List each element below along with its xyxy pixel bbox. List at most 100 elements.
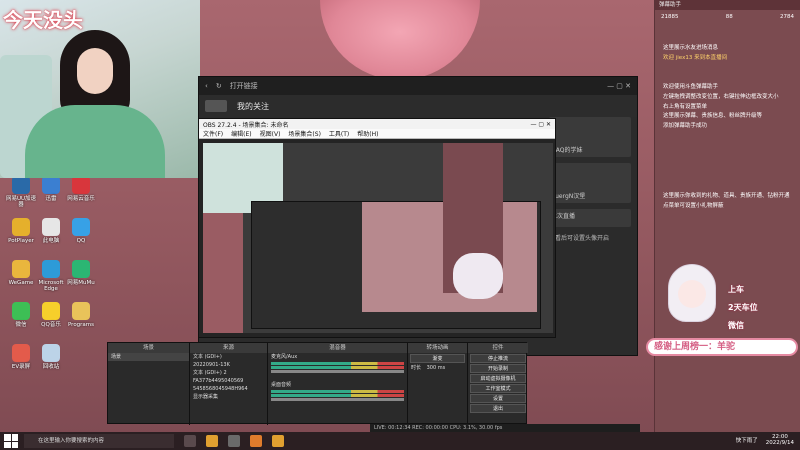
desktop-app-icon [12,260,30,278]
chat-line: 左键拖拽调整改变位置，右键拉伸边框改变大小 [663,94,779,101]
source-item[interactable]: FA377b4495040569 [190,377,267,385]
danmaku-chat-panel[interactable]: 弹幕助手 21885 88 2784 这里展示水友进场消息 欢迎 jiex13 … [654,0,800,432]
source-item[interactable]: 5458568045948H964 [190,385,267,393]
app-icon-7[interactable]: WeGame [4,260,38,286]
task-view-icon[interactable] [184,435,196,447]
menu-help[interactable]: 帮助(H) [357,129,378,138]
sources-header: 来源 [190,343,267,353]
desktop-app-icon [72,176,90,194]
menu-view[interactable]: 视图(V) [260,129,281,138]
app-icon-13[interactable]: EV录屏 [4,344,38,370]
desktop-icon-label: 网易云音乐 [67,196,95,202]
page-title: 我的关注 [237,101,269,111]
app-icon-5[interactable]: 此电脑 [34,218,68,244]
taskbar-app-icon[interactable] [250,435,262,447]
desktop-app-icon [12,218,30,236]
app-icon-2[interactable]: 迅雷 [34,176,68,202]
chat-header: 弹幕助手 [655,0,800,10]
start-recording-button[interactable]: 开始录制 [470,364,526,373]
app-icon-3[interactable]: 网易云音乐 [64,176,98,202]
chat-line: 这里展示你收到的礼物、道具、贵族开通、钻粉开通 [663,192,790,199]
taskbar-search-input[interactable]: 在这里输入你要搜索的内容 [24,434,174,448]
menu-file[interactable]: 文件(F) [203,129,223,138]
volume-meter [271,366,404,369]
scenes-header: 场景 [108,343,189,353]
webcam-title: 今天没头 [3,8,83,32]
pink-hair-decoration [320,0,480,80]
source-item[interactable]: 显示器采集 [190,393,267,401]
desktop-app-icon [72,260,90,278]
weather-text[interactable]: 快下雨了 [736,436,758,444]
desktop-app-icon [72,302,90,320]
volume-slider[interactable] [271,370,404,373]
scene-item[interactable]: 场景 [108,353,189,361]
fan-count: 88 [725,14,733,20]
obs-preview[interactable] [203,143,553,333]
app-icon-14[interactable]: 回收站 [34,344,68,370]
desktop-icon-label: 迅雷 [45,196,57,202]
obs-window[interactable]: OBS 27.2.4 - 场景集合: 未命名 — ▢ ✕ 文件(F) 编辑(E)… [198,118,556,338]
clock-date: 2022/9/14 [765,440,794,447]
stop-stream-button[interactable]: 停止推流 [470,354,526,363]
sources-dock: 来源 文本 (GDI+) 20220901-13K 文本 (GDI+) 2 FA… [190,343,268,425]
obs-menu-bar: 文件(F) 编辑(E) 视图(V) 场景集合(S) 工具(T) 帮助(H) [199,129,555,139]
clock[interactable]: 22:00 2022/9/14 [766,434,794,446]
source-item[interactable]: 文本 (GDI+) 2 [190,369,267,377]
app-icon-10[interactable]: 微信 [4,302,38,328]
source-item[interactable]: 文本 (GDI+) [190,353,267,361]
desktop-app-icon [42,260,60,278]
taskbar-app-icon[interactable] [206,435,218,447]
settings-button[interactable]: 设置 [470,394,526,403]
scenes-dock: 场景 场景 [108,343,190,425]
duration-input[interactable]: 300 ms [427,365,446,371]
duration-label: 时长 [411,365,422,371]
exit-button[interactable]: 退出 [470,404,526,413]
desktop-app-icon [42,302,60,320]
source-item[interactable]: 20220901-13K [190,361,267,369]
taskbar-app-icon[interactable] [228,435,240,447]
taskbar-app-icon[interactable] [272,435,284,447]
chat-line: 这里展示弹幕、贵族信息、粉丝牌升级等 [663,113,763,120]
streamer-body [25,105,165,178]
live-badge[interactable]: 上次直播 [549,209,631,227]
preview-anime [453,253,503,299]
menu-tools[interactable]: 工具(T) [329,129,349,138]
chat-line: 点菜单可设置小礼物屏蔽 [663,202,724,209]
desktop-icon-label: 回收站 [42,364,60,370]
toolbar-text[interactable]: 打开链接 [230,81,258,91]
stream-card[interactable]: AuergN汉堡 [549,163,631,203]
app-icon-11[interactable]: QQ音乐 [34,302,68,328]
refresh-icon[interactable]: ↻ [216,82,222,90]
window-controls[interactable]: — ▢ ✕ [607,82,631,90]
preview-desktop [203,213,243,333]
app-icon-4[interactable]: PotPlayer [4,218,38,244]
app-icon-1[interactable]: 网易UU加速器 [4,176,38,208]
studio-mode-button[interactable]: 工作室模式 [470,384,526,393]
app-icon-9[interactable]: 网易MuMu [64,260,98,286]
taskbar: 在这里输入你要搜索的内容 快下雨了 22:00 2022/9/14 [0,432,800,450]
desktop-icon-label: WeGame [8,280,34,286]
windows-start-icon[interactable] [4,434,18,448]
app-icon-8[interactable]: Microsoft Edge [34,260,68,292]
virtual-camera-button[interactable]: 启动虚拟摄像机 [470,374,526,383]
chat-line: 欢迎使用斗鱼弹幕助手 [663,84,719,91]
mixer-track-label: 麦克风/Aux [271,354,298,360]
app-icon-6[interactable]: QQ [64,218,98,244]
streamer-face [77,48,113,94]
menu-edit[interactable]: 编辑(E) [231,129,251,138]
obs-window-title: OBS 27.2.4 - 场景集合: 未命名 [203,121,289,129]
anime-character-face [678,280,706,308]
viewer-count: 21885 [661,14,679,20]
browser-toolbar: ‹ ↻ 打开链接 — ▢ ✕ [199,77,637,95]
stream-card-title: AuergN汉堡 [551,193,586,200]
stream-card[interactable]: QAQ的学妹 [549,117,631,157]
mixer-header: 混音器 [268,343,407,353]
back-icon[interactable]: ‹ [205,82,208,90]
app-icon-12[interactable]: Programs [64,302,98,328]
obs-window-controls[interactable]: — ▢ ✕ [530,121,555,128]
desktop-icon-label: QQ [76,238,86,244]
transition-select[interactable]: 渐变 [410,354,465,363]
menu-scene-collection[interactable]: 场景集合(S) [288,129,321,138]
volume-slider[interactable] [271,398,404,401]
